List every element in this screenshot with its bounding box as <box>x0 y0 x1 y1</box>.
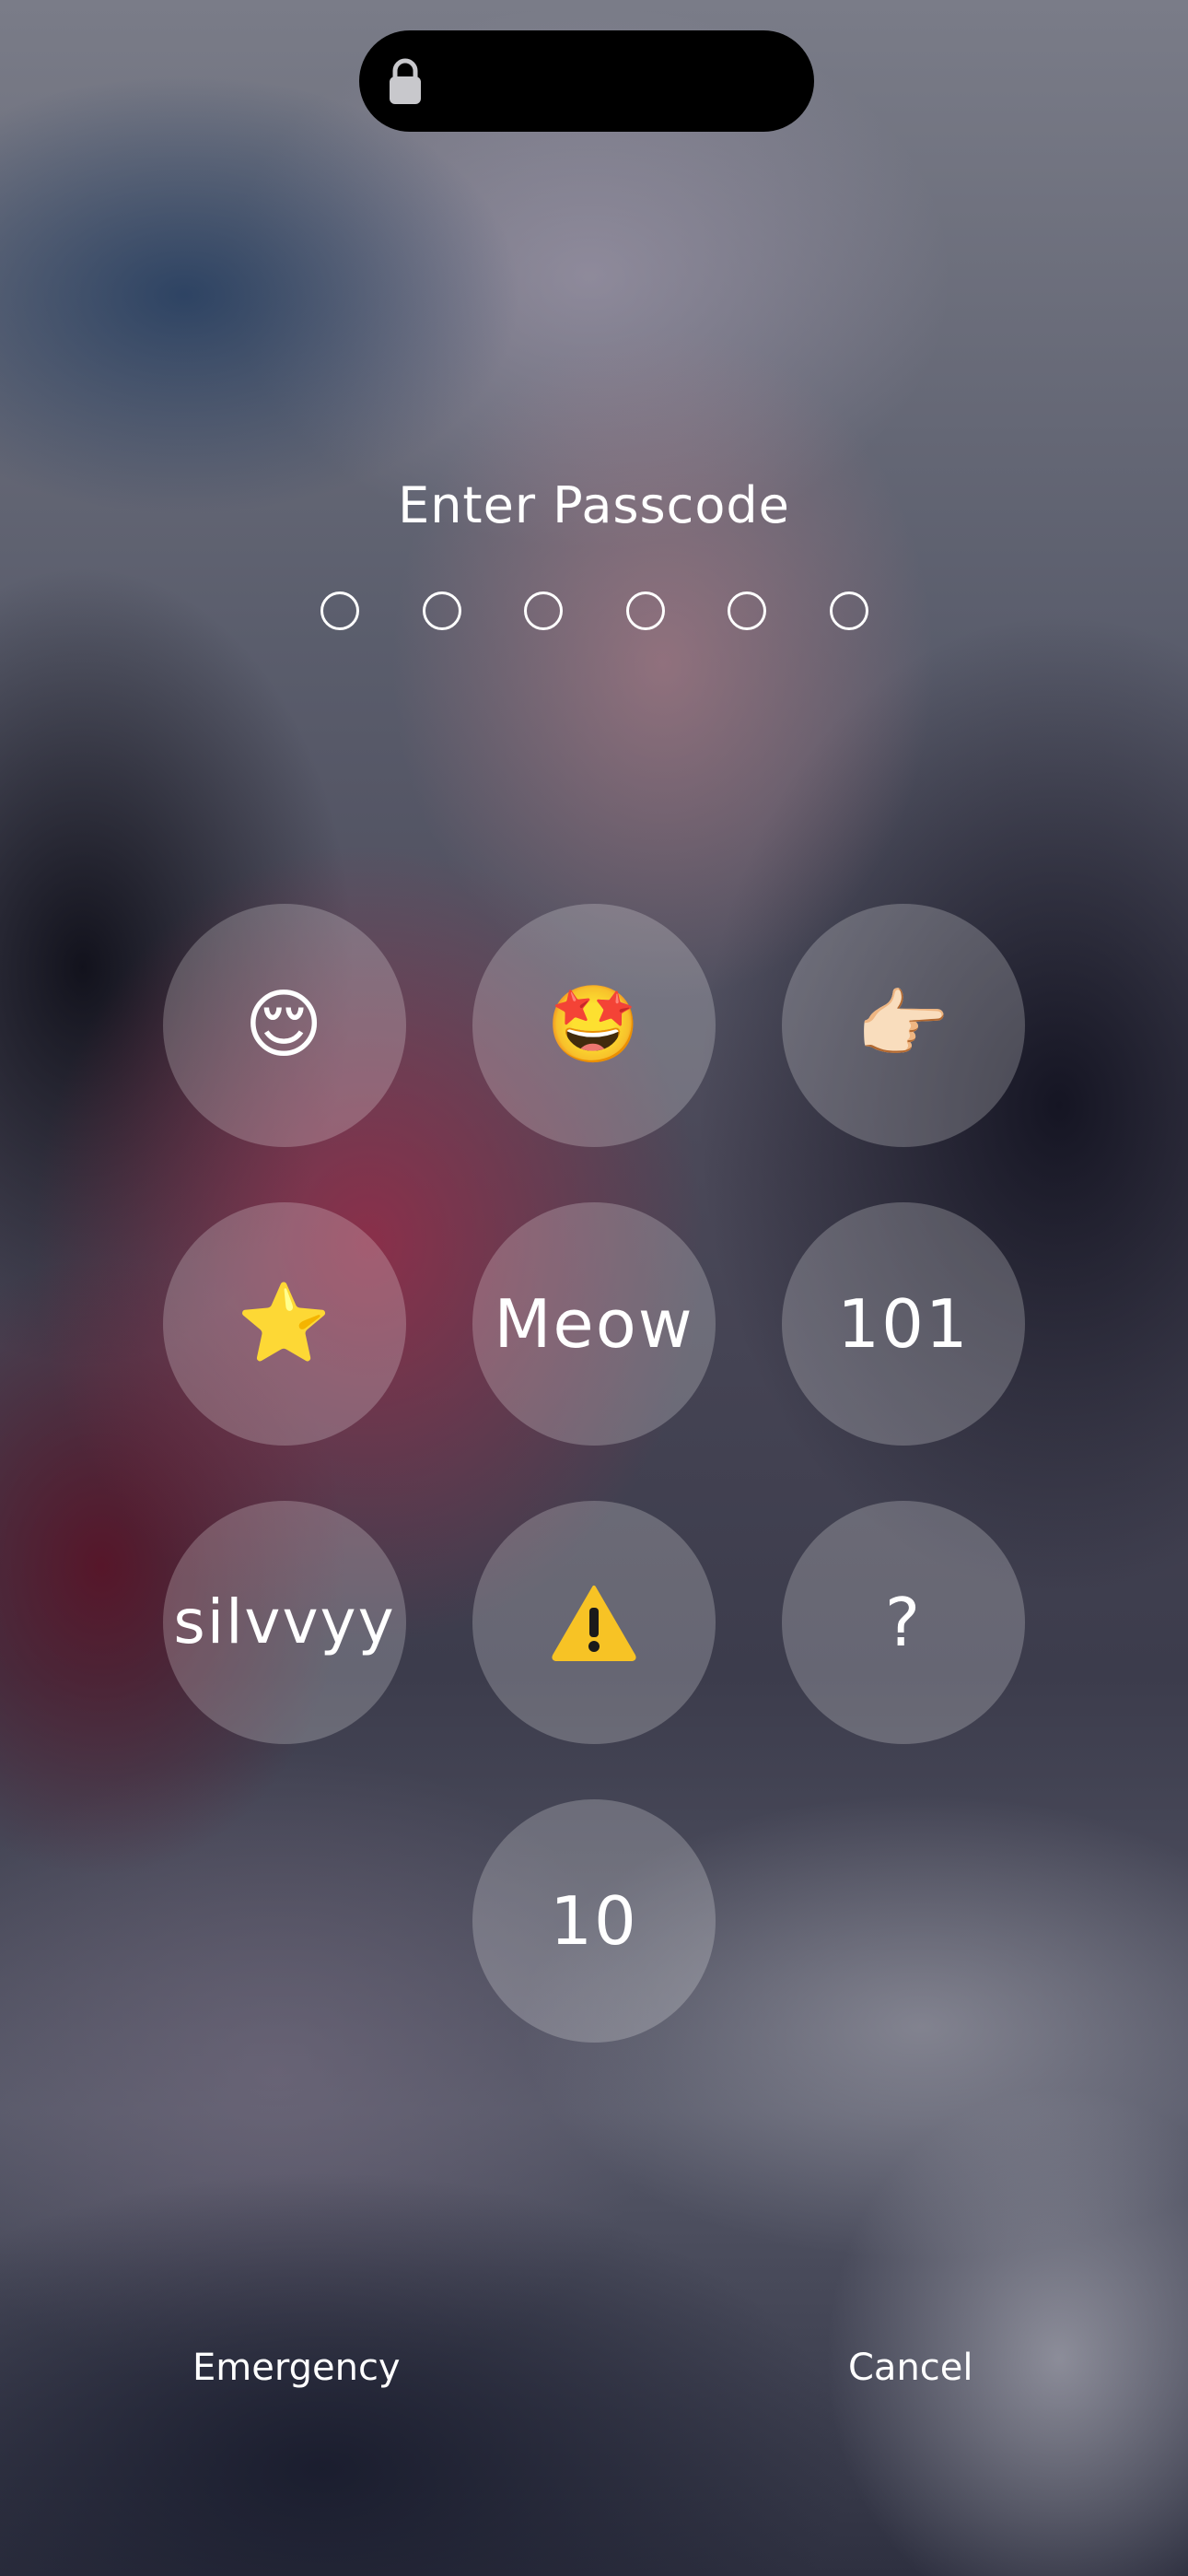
key-star[interactable]: ⭐ <box>163 1202 406 1446</box>
warning-icon <box>552 1586 636 1661</box>
key-silvvyy[interactable]: silvvyy <box>163 1501 406 1744</box>
key-warning[interactable] <box>472 1501 716 1744</box>
passcode-dot <box>626 591 665 630</box>
passcode-dot <box>423 591 461 630</box>
page-title: Enter Passcode <box>398 476 790 534</box>
key-10[interactable]: 10 <box>472 1799 716 2043</box>
key-question-mark[interactable]: ? <box>782 1501 1025 1744</box>
passcode-dot <box>830 591 868 630</box>
passcode-dot <box>320 591 359 630</box>
key-101[interactable]: 101 <box>782 1202 1025 1446</box>
passcode-dots <box>0 591 1188 630</box>
key-pointing-hand[interactable]: 👉🏻 <box>782 904 1025 1147</box>
key-star-struck[interactable]: 🤩 <box>472 904 716 1147</box>
lock-icon <box>390 58 421 104</box>
key-relieved-face[interactable]: 😌 <box>163 904 406 1147</box>
cancel-button[interactable]: Cancel <box>848 2340 973 2395</box>
passcode-dot <box>524 591 563 630</box>
key-meow[interactable]: Meow <box>472 1202 716 1446</box>
passcode-dot <box>728 591 766 630</box>
dynamic-island <box>359 30 814 132</box>
emergency-button[interactable]: Emergency <box>192 2340 401 2395</box>
